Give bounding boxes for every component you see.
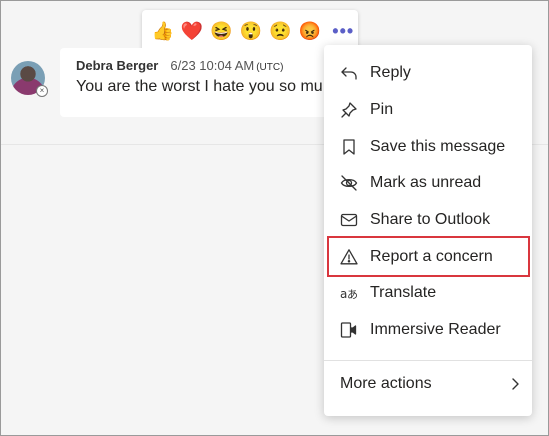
menu-item-label: Immersive Reader [370,321,501,339]
heart-icon: ❤️ [180,20,204,41]
reader-icon [340,321,358,339]
more-options-button[interactable]: ••• [329,16,358,46]
surprised-reaction-button[interactable]: 😲 [236,16,265,46]
timezone-label: (UTC) [256,62,284,73]
author-name[interactable]: Debra Berger [76,58,158,73]
menu-item-immersive-reader[interactable]: Immersive Reader [324,312,532,349]
reply-icon [340,64,358,82]
menu-item-mark-unread[interactable]: Mark as unread [324,165,532,202]
angry-reaction-button[interactable]: 😡 [295,16,324,46]
laugh-icon: 😆 [210,20,233,41]
pin-icon [340,101,358,119]
mail-icon [340,211,358,229]
like-reaction-button[interactable]: 👍 [148,16,177,46]
menu-item-label: Report a concern [370,247,493,265]
menu-item-more-actions[interactable]: More actions [324,361,532,407]
message-header: Debra Berger 6/23 10:04 AM (UTC) [76,58,334,73]
menu-item-pin[interactable]: Pin [324,92,532,129]
menu-item-label: More actions [340,374,432,392]
laugh-reaction-button[interactable]: 😆 [207,16,236,46]
menu-item-reply[interactable]: Reply [324,55,532,92]
menu-item-label: Mark as unread [370,174,482,192]
menu-item-label: Share to Outlook [370,211,491,229]
bookmark-icon [340,138,358,156]
menu-item-label: Save this message [370,137,506,155]
menu-item-share-outlook[interactable]: Share to Outlook [324,202,532,239]
message-context-menu: Reply Pin Save this message Mark as unre… [324,45,532,416]
menu-item-label: Pin [370,101,394,119]
sad-reaction-button[interactable]: 😟 [266,16,295,46]
status-badge: × [36,85,48,97]
heart-reaction-button[interactable]: ❤️ [177,16,206,46]
translate-icon: aあ [340,284,358,302]
unread-icon [340,174,358,192]
menu-item-translate[interactable]: aあ Translate [324,275,532,312]
svg-text:あ: あ [347,288,358,301]
menu-item-save-message[interactable]: Save this message [324,128,532,165]
chat-message[interactable]: Debra Berger 6/23 10:04 AM (UTC) You are … [60,48,350,117]
message-timestamp: 6/23 10:04 AM (UTC) [170,58,284,73]
menu-item-report-concern[interactable]: Report a concern [327,236,530,278]
chevron-right-icon [510,377,520,391]
like-icon: 👍 [151,20,174,41]
warning-icon [340,248,358,266]
menu-item-label: Reply [370,64,411,82]
angry-icon: 😡 [298,20,322,41]
surprised-icon: 😲 [239,20,263,41]
sad-icon: 😟 [269,20,292,41]
message-text: You are the worst I hate you so mu [76,78,323,95]
menu-item-label: Translate [370,284,437,302]
